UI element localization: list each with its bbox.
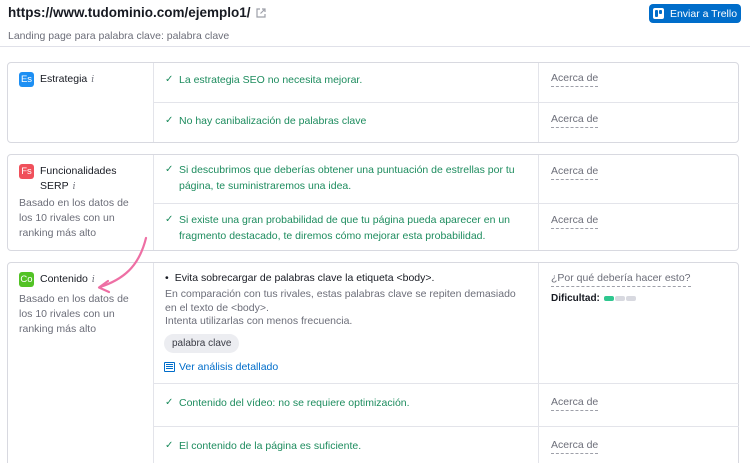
difficulty-meter: Dificultad:	[551, 293, 636, 304]
check-icon: ✓	[165, 74, 174, 85]
strategy-title-text: Estrategia	[40, 73, 88, 85]
content-title-text: Contenido	[40, 273, 88, 285]
info-icon[interactable]: i	[92, 275, 95, 285]
check-icon: ✓	[165, 115, 174, 126]
detail-title-text: Evita sobrecargar de palabras clave la e…	[174, 272, 435, 284]
strategy-card: Es Estrategia i ✓ La estrategia SEO no ne…	[7, 62, 739, 143]
detailed-analysis-label: Ver análisis detallado	[179, 361, 279, 373]
check-item: ✓ Si existe una gran probabilidad de que…	[165, 212, 525, 244]
content-card: Co Contenido i Basado en los datos de los…	[7, 262, 739, 463]
serp-title-line1: Funcionalidades	[40, 165, 117, 177]
difficulty-segment-3	[625, 296, 636, 301]
strategy-row-2: ✓ No hay canibalización de palabras clav…	[154, 103, 739, 142]
about-link[interactable]: Acerca de	[551, 72, 599, 87]
serp-title-line2: SERP	[40, 180, 69, 192]
check-icon: ✓	[165, 440, 174, 451]
check-item-text: Si descubrimos que deberías obtener una …	[179, 164, 515, 192]
check-item: ✓ No hay canibalización de palabras clav…	[165, 113, 525, 129]
strategy-row-1: ✓ La estrategia SEO no necesita mejorar.…	[154, 63, 739, 103]
send-to-trello-button[interactable]: Enviar a Trello	[649, 4, 741, 23]
strategy-title: Estrategia i	[40, 72, 94, 88]
external-link-icon[interactable]	[255, 7, 266, 18]
row-side-column: Acerca de	[538, 103, 739, 142]
check-item-text: Si existe una gran probabilidad de que t…	[179, 214, 511, 242]
about-link[interactable]: Acerca de	[551, 214, 599, 229]
strategy-badge: Es	[19, 72, 34, 87]
check-icon: ✓	[165, 397, 174, 408]
trello-icon	[652, 8, 664, 19]
detail-advice-text: Intenta utilizarlas con menos frecuencia…	[165, 315, 353, 327]
serp-note: Basado en los datos de los 10 rivales co…	[19, 197, 129, 239]
check-item-text: No hay canibalización de palabras clave	[179, 115, 367, 127]
about-link[interactable]: Acerca de	[551, 113, 599, 128]
serp-card: Fs Funcionalidades SERP i Basado en los d…	[7, 154, 739, 251]
row-side-column: Acerca de	[538, 155, 739, 203]
keyword-tag[interactable]: palabra clave	[164, 334, 240, 353]
page-url[interactable]: https://www.tudominio.com/ejemplo1/	[8, 5, 266, 20]
row-side-column: Acerca de	[538, 63, 739, 102]
difficulty-segment-2	[614, 296, 625, 301]
content-note: Basado en los datos de los 10 rivales co…	[19, 293, 129, 335]
serp-row-2: ✓ Si existe una gran probabilidad de que…	[154, 204, 739, 250]
difficulty-label: Dificultad:	[551, 293, 600, 304]
check-icon: ✓	[165, 214, 174, 225]
check-item: ✓ Si descubrimos que deberías obtener un…	[165, 162, 525, 194]
send-to-trello-label: Enviar a Trello	[669, 7, 738, 20]
row-side-column: Acerca de	[538, 384, 739, 426]
serp-title: Funcionalidades SERP i	[40, 164, 116, 195]
about-link[interactable]: Acerca de	[551, 165, 599, 180]
why-link[interactable]: ¿Por qué debería hacer esto?	[551, 272, 691, 287]
check-item: ✓ La estrategia SEO no necesita mejorar.	[165, 72, 525, 88]
check-item: ✓ El contenido de la página es suficient…	[165, 438, 525, 454]
document-icon	[164, 362, 175, 372]
info-icon[interactable]: i	[91, 75, 94, 85]
check-item-text: El contenido de la página es suficiente.	[179, 440, 362, 452]
bullet-icon: •	[165, 272, 169, 284]
serp-row-1: ✓ Si descubrimos que deberías obtener un…	[154, 155, 739, 204]
detail-title: • Evita sobrecargar de palabras clave la …	[165, 272, 434, 284]
content-badge: Co	[19, 272, 34, 287]
content-title: Contenido i	[40, 272, 95, 288]
check-item-text: Contenido del vídeo: no se requiere opti…	[179, 397, 410, 409]
check-icon: ✓	[165, 164, 174, 175]
strategy-category: Es Estrategia i	[8, 63, 154, 142]
page-url-text[interactable]: https://www.tudominio.com/ejemplo1/	[8, 5, 251, 20]
detailed-analysis-link[interactable]: Ver análisis detallado	[164, 361, 278, 373]
detail-description-text: En comparación con tus rivales, estas pa…	[165, 288, 516, 314]
check-item: ✓ Contenido del vídeo: no se requiere op…	[165, 395, 525, 411]
row-side-column: ¿Por qué debería hacer esto? Dificultad:	[538, 263, 739, 383]
difficulty-segment-1	[603, 296, 614, 301]
detail-description: En comparación con tus rivales, estas pa…	[165, 288, 525, 329]
page-header: https://www.tudominio.com/ejemplo1/ Land…	[0, 0, 750, 47]
about-link[interactable]: Acerca de	[551, 396, 599, 411]
content-row-2: ✓ El contenido de la página es suficient…	[154, 427, 739, 463]
serp-badge: Fs	[19, 164, 34, 179]
about-link[interactable]: Acerca de	[551, 439, 599, 454]
serp-category: Fs Funcionalidades SERP i Basado en los d…	[8, 155, 154, 250]
page-subtitle: Landing page para palabra clave: palabra…	[8, 30, 230, 42]
content-detail-row: • Evita sobrecargar de palabras clave la …	[154, 263, 739, 384]
row-side-column: Acerca de	[538, 204, 739, 250]
info-icon[interactable]: i	[73, 182, 76, 192]
content-category: Co Contenido i Basado en los datos de los…	[8, 263, 154, 463]
check-item-text: La estrategia SEO no necesita mejorar.	[179, 74, 363, 86]
content-row-1: ✓ Contenido del vídeo: no se requiere op…	[154, 384, 739, 427]
row-side-column: Acerca de	[538, 427, 739, 463]
